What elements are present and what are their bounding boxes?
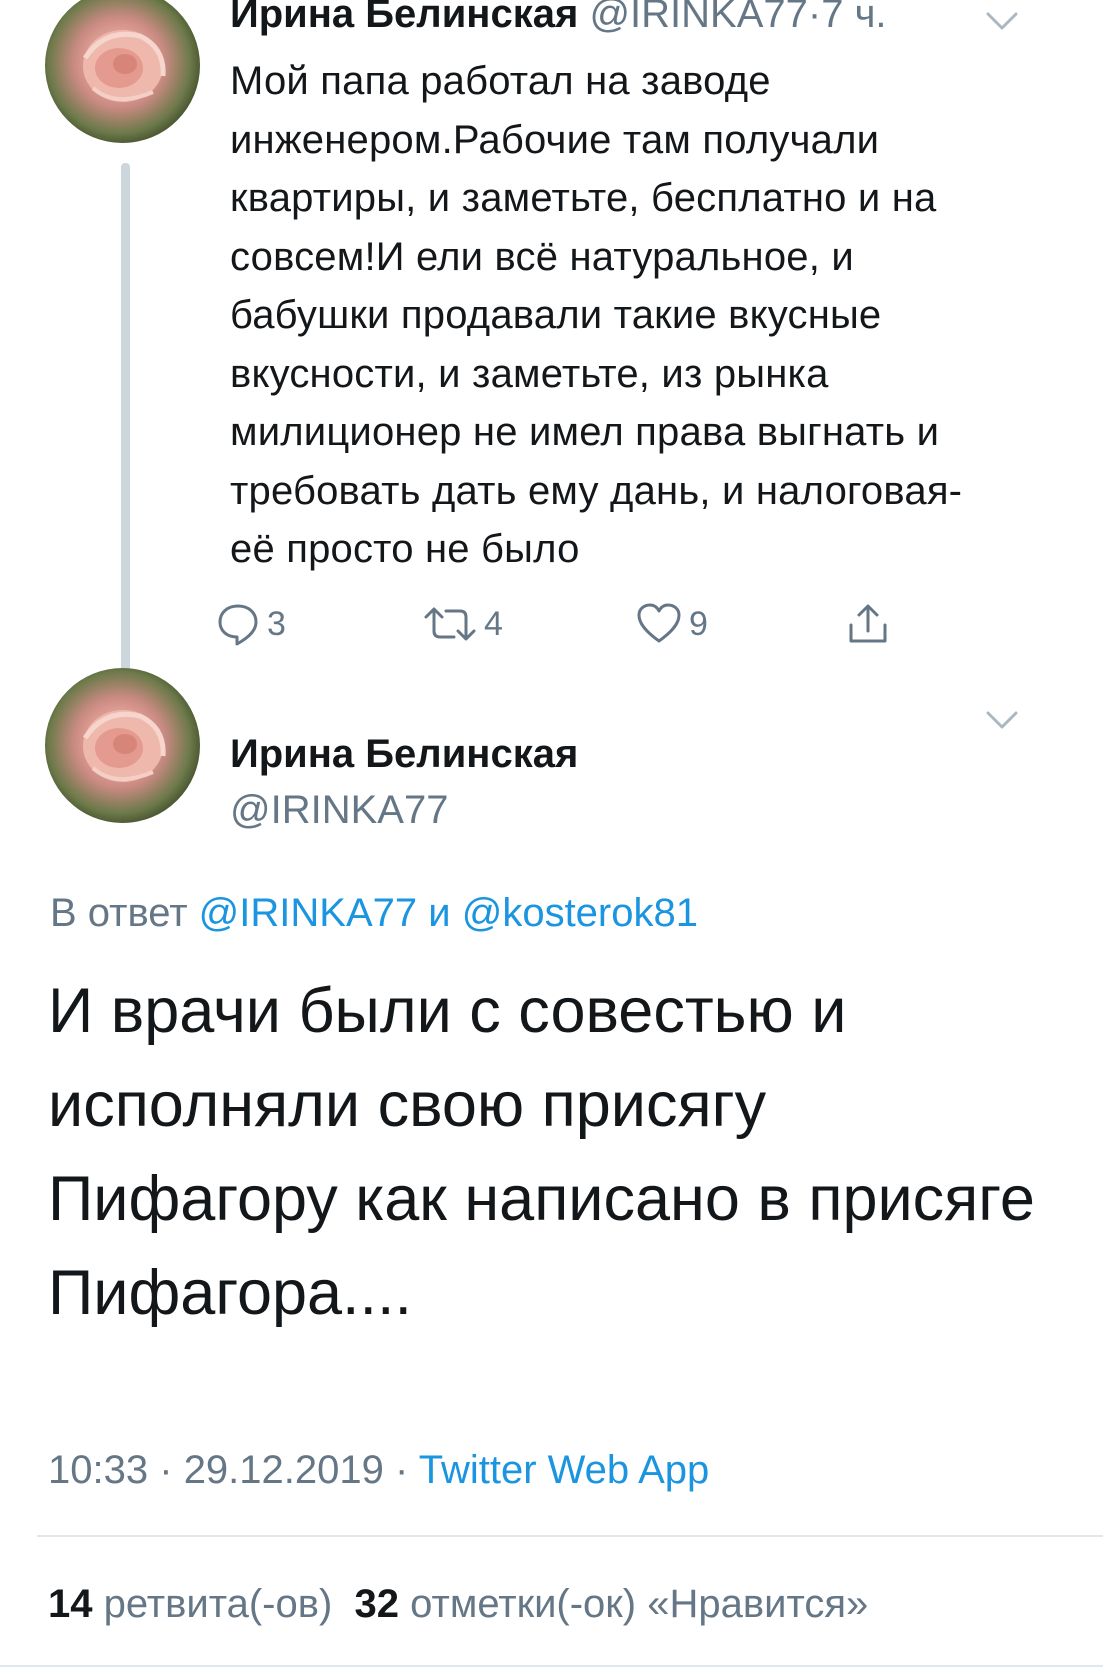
tweet-time[interactable]: 10:33 bbox=[48, 1448, 148, 1492]
reply-icon bbox=[218, 604, 258, 646]
rose-avatar-image bbox=[82, 710, 166, 782]
parent-tweet-header: Ирина Белинская @IRINKA77·7 ч. bbox=[230, 0, 887, 34]
separator-dot: · bbox=[807, 0, 822, 36]
author-name[interactable]: Ирина Белинская bbox=[230, 734, 578, 774]
heart-icon bbox=[637, 603, 681, 643]
thread-connector-line bbox=[121, 163, 130, 708]
likes-count: 32 bbox=[354, 1582, 400, 1626]
retweet-count: 4 bbox=[484, 604, 503, 643]
tweet-time-ago[interactable]: 7 ч. bbox=[821, 0, 886, 36]
share-action[interactable] bbox=[845, 596, 897, 652]
author-handle[interactable]: @IRINKA77 bbox=[230, 790, 448, 830]
chevron-down-icon bbox=[986, 711, 1018, 729]
reply-mention-1[interactable]: @IRINKA77 bbox=[199, 891, 417, 935]
tweet-menu-chevron[interactable] bbox=[982, 705, 1022, 735]
retweets-count: 14 bbox=[48, 1582, 93, 1626]
reply-mention-2[interactable]: @kosterok81 bbox=[462, 891, 698, 935]
tweet-meta: 10:33 · 29.12.2019 · Twitter Web App bbox=[48, 1450, 709, 1490]
tweet-source-link[interactable]: Twitter Web App bbox=[419, 1448, 710, 1492]
separator-dot: · bbox=[395, 1448, 409, 1492]
likes-label: отметки(-ок) «Нравится» bbox=[410, 1582, 869, 1626]
author-name[interactable]: Ирина Белинская bbox=[230, 0, 578, 36]
author-handle[interactable]: @IRINKA77 bbox=[589, 0, 807, 36]
divider bbox=[0, 1665, 1103, 1667]
chevron-down-icon bbox=[986, 12, 1018, 30]
share-icon bbox=[849, 604, 887, 643]
retweet-action[interactable]: 4 bbox=[422, 596, 503, 652]
reply-count: 3 bbox=[267, 604, 286, 643]
tweet-stats: 14 ретвита(-ов) 32 отметки(-ок) «Нравитс… bbox=[48, 1584, 868, 1624]
retweets-stat[interactable]: 14 ретвита(-ов) bbox=[48, 1582, 332, 1626]
retweets-label: ретвита(-ов) bbox=[103, 1582, 333, 1626]
reply-conjunction: и bbox=[428, 891, 451, 935]
reply-action[interactable]: 3 bbox=[215, 596, 286, 652]
reply-prefix: В ответ bbox=[50, 891, 188, 935]
tweet-menu-chevron[interactable] bbox=[982, 6, 1022, 36]
like-action[interactable]: 9 bbox=[635, 596, 708, 652]
retweet-icon bbox=[424, 607, 476, 641]
avatar[interactable] bbox=[45, 0, 200, 143]
divider bbox=[37, 1535, 1103, 1537]
likes-stat[interactable]: 32 отметки(-ок) «Нравится» bbox=[355, 1582, 869, 1626]
separator-dot: · bbox=[159, 1448, 173, 1492]
tweet-action-bar: 3 4 9 bbox=[218, 596, 970, 652]
rose-avatar-image bbox=[82, 30, 166, 102]
reply-to-line: В ответ @IRINKA77 и @kosterok81 bbox=[50, 893, 698, 933]
parent-tweet-text: Мой папа работал на заводе инженером.Раб… bbox=[230, 59, 963, 571]
tweet-date[interactable]: 29.12.2019 bbox=[184, 1448, 384, 1492]
avatar[interactable] bbox=[45, 668, 200, 823]
main-tweet-text: И врачи были с совестью и исполняли свою… bbox=[48, 976, 1035, 1328]
like-count: 9 bbox=[689, 604, 708, 643]
